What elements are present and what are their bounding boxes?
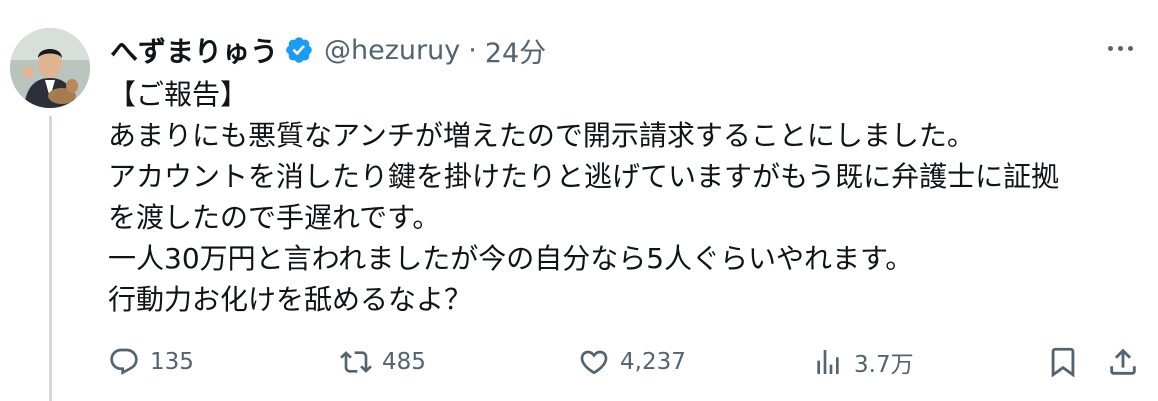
bookmark-button[interactable] (1046, 340, 1080, 384)
display-name[interactable]: へずまりゅう (110, 30, 278, 70)
tweet-text-line: 行動力お化けを舐めるなよ？ (108, 283, 473, 316)
tweet: へずまりゅう @hezuruy · 24分 【ご報告】 あまりにも悪質なアンチが… (0, 0, 1158, 401)
reply-count: 135 (150, 349, 194, 375)
action-bar: 135 485 4,237 3.7万 (0, 340, 1158, 384)
retweet-count: 485 (382, 349, 426, 375)
retweet-icon (340, 346, 372, 378)
like-count: 4,237 (620, 349, 686, 375)
views-button[interactable]: 3.7万 (812, 340, 914, 384)
avatar[interactable] (10, 28, 90, 108)
tweet-text-line: アカウントを消したり鍵を掛けたりと逃げていますがもう既に弁護士に証拠 (108, 160, 1060, 193)
tweet-text: 【ご報告】 あまりにも悪質なアンチが増えたので開示請求することにしました。 アカ… (108, 74, 1153, 320)
tweet-text-line: 一人30万円と言われましたが今の自分なら5人ぐらいやれます。 (108, 242, 914, 275)
reply-icon (108, 346, 140, 378)
like-button[interactable]: 4,237 (578, 340, 686, 384)
separator-dot: · (468, 34, 477, 66)
share-icon (1106, 345, 1140, 379)
retweet-button[interactable]: 485 (340, 340, 426, 384)
more-options-icon[interactable] (1100, 34, 1140, 62)
handle[interactable]: @hezuruy (324, 35, 460, 66)
tweet-text-line: 【ご報告】 (108, 78, 249, 111)
bookmark-icon (1046, 345, 1080, 379)
views-count: 3.7万 (854, 352, 914, 378)
heart-icon (578, 346, 610, 378)
tweet-header: へずまりゅう @hezuruy · 24分 (110, 28, 546, 72)
share-button[interactable] (1106, 340, 1140, 384)
tweet-text-line: あまりにも悪質なアンチが増えたので開示請求することにしました。 (108, 119, 975, 152)
timestamp[interactable]: 24分 (485, 31, 546, 70)
reply-button[interactable]: 135 (108, 340, 194, 384)
views-chart-icon (812, 346, 844, 378)
tweet-text-line: を渡したので手遅れです。 (108, 201, 441, 234)
verified-badge-icon[interactable] (284, 35, 314, 65)
